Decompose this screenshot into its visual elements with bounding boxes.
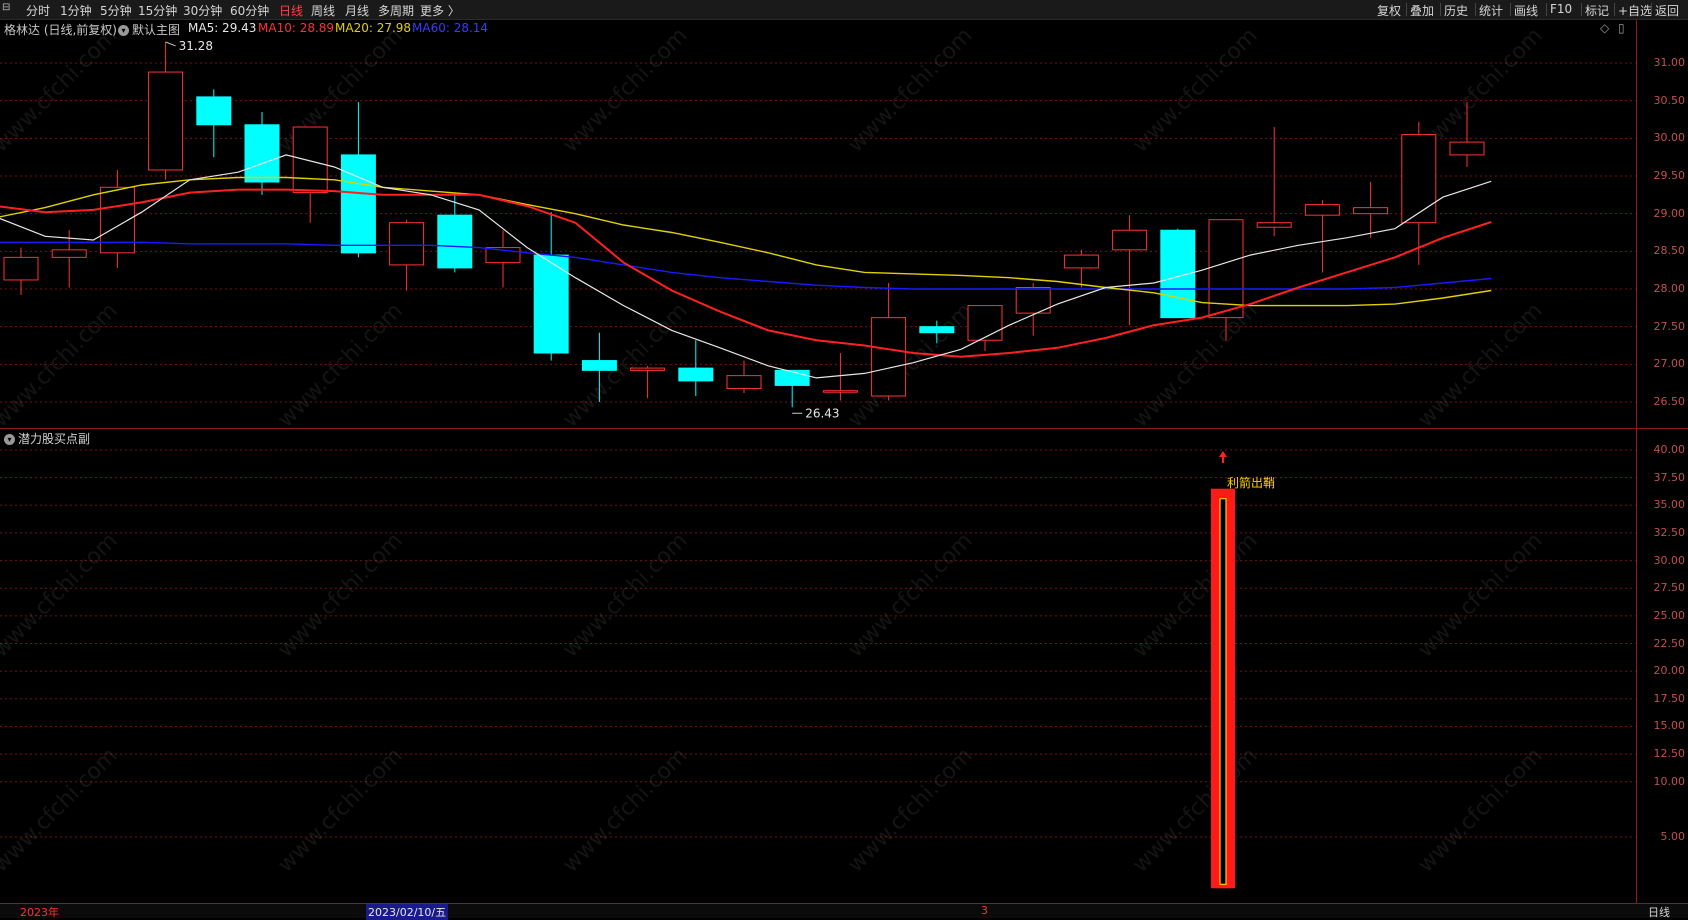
watermark-text: www.cfchi.com bbox=[0, 743, 123, 877]
price-axis-label: 27.00 bbox=[1653, 357, 1686, 371]
ma5-line bbox=[0, 154, 1492, 379]
watermark-text: www.cfchi.com bbox=[0, 23, 123, 157]
sub-axis-label: 15.00 bbox=[1653, 719, 1686, 733]
candle-body bbox=[1256, 222, 1292, 228]
signal-label: 利箭出鞘 bbox=[1227, 475, 1275, 490]
sub-axis-label: 32.50 bbox=[1653, 525, 1686, 539]
watermark-text: www.cfchi.com bbox=[558, 743, 692, 877]
candle-body bbox=[3, 256, 39, 281]
price-axis-label: 28.50 bbox=[1653, 244, 1686, 258]
year-label: 2023年 bbox=[20, 906, 59, 919]
candle-body bbox=[1401, 134, 1437, 224]
high-marker bbox=[165, 41, 176, 47]
candle-body bbox=[581, 360, 617, 371]
candle-body bbox=[292, 126, 328, 194]
watermark-text: www.cfchi.com bbox=[843, 298, 977, 432]
candle-body bbox=[726, 375, 762, 389]
cursor-date-label: 2023/02/10/五 bbox=[366, 904, 449, 920]
price-axis-label: 28.00 bbox=[1653, 282, 1686, 295]
candle-body bbox=[1449, 141, 1485, 156]
sub-axis-label: 35.00 bbox=[1653, 498, 1686, 512]
watermark-text: www.cfchi.com bbox=[1128, 23, 1262, 157]
watermark-text: www.cfchi.com bbox=[273, 528, 407, 662]
price-axis-label: 31.00 bbox=[1653, 56, 1686, 69]
watermark-text: www.cfchi.com bbox=[0, 528, 123, 662]
watermark-text: www.cfchi.com bbox=[843, 743, 977, 877]
watermark-text: www.cfchi.com bbox=[273, 298, 407, 432]
high-price-label: 31.28 bbox=[179, 39, 213, 53]
candle-body bbox=[1063, 254, 1099, 269]
sub-axis-label: 37.50 bbox=[1653, 470, 1686, 484]
kline-chart[interactable]: www.cfchi.com www.cfchi.com www.cfchi.com w… bbox=[0, 0, 1688, 917]
sub-axis-label: 10.00 bbox=[1653, 774, 1686, 788]
candle-body bbox=[1112, 229, 1148, 251]
candle-body bbox=[196, 96, 232, 126]
sub-axis-label: 20.00 bbox=[1653, 664, 1686, 678]
arrow-up-icon bbox=[1219, 451, 1227, 463]
watermark-text: www.cfchi.com bbox=[1128, 528, 1262, 662]
watermark-text: www.cfchi.com bbox=[1413, 743, 1547, 877]
watermark-text: www.cfchi.com bbox=[273, 743, 407, 877]
watermark-text: www.cfchi.com bbox=[1413, 528, 1547, 662]
candle-body bbox=[51, 249, 87, 258]
price-axis-label: 30.00 bbox=[1653, 131, 1686, 145]
sub-axis-label: 17.50 bbox=[1653, 691, 1686, 705]
price-axis-label: 27.50 bbox=[1653, 319, 1686, 333]
sub-axis-label: 25.00 bbox=[1653, 608, 1686, 622]
watermark-text: www.cfchi.com bbox=[1128, 743, 1262, 877]
candle-body bbox=[99, 186, 135, 254]
candle-body bbox=[148, 71, 184, 171]
watermark-text: www.cfchi.com bbox=[558, 23, 692, 157]
candle-body bbox=[244, 124, 280, 183]
sub-axis-label: 27.50 bbox=[1653, 581, 1686, 595]
ma10-line bbox=[0, 188, 1492, 358]
sub-axis-label: 12.50 bbox=[1653, 747, 1686, 761]
watermark-text: www.cfchi.com bbox=[558, 528, 692, 662]
candle-body bbox=[630, 367, 666, 371]
sub-axis-label: 30.00 bbox=[1653, 553, 1686, 567]
period-label[interactable]: 日线 bbox=[1648, 904, 1670, 920]
candle-body bbox=[340, 154, 376, 254]
candle-body bbox=[1304, 204, 1340, 216]
candle-body bbox=[389, 222, 425, 266]
sub-axis-label: 22.50 bbox=[1653, 636, 1686, 650]
low-price-label: 26.43 bbox=[805, 406, 839, 420]
candle-body bbox=[871, 317, 907, 397]
watermark-text: www.cfchi.com bbox=[843, 23, 977, 157]
sub-axis-label: 5.00 bbox=[1660, 830, 1686, 843]
candle-body bbox=[919, 326, 955, 334]
sub-indicator-label: 潜力股买点副 bbox=[18, 432, 91, 446]
ma60-line bbox=[0, 241, 1492, 290]
price-axis-label: 29.50 bbox=[1653, 169, 1686, 182]
price-axis-label: 26.50 bbox=[1653, 395, 1686, 408]
sub-indicator-title[interactable]: ▾ 潜力股买点副 bbox=[4, 430, 90, 447]
signal-bar-inner bbox=[1219, 498, 1227, 885]
candle-body bbox=[822, 390, 858, 393]
candle-body bbox=[774, 369, 810, 386]
candle-body bbox=[1353, 207, 1389, 215]
ma20-line bbox=[0, 176, 1492, 307]
candle-body bbox=[967, 305, 1003, 341]
price-axis-label: 29.00 bbox=[1653, 206, 1686, 220]
watermark-text: www.cfchi.com bbox=[1413, 298, 1547, 432]
watermark-text: www.cfchi.com bbox=[843, 528, 977, 662]
candle-body bbox=[437, 214, 473, 269]
time-axis: 2023年 2023/02/10/五 3 日线 bbox=[0, 903, 1688, 920]
candle-body bbox=[678, 367, 714, 382]
watermark-text: www.cfchi.com bbox=[558, 298, 692, 432]
watermark-text: www.cfchi.com bbox=[0, 298, 123, 432]
sub-axis-label: 40.00 bbox=[1653, 443, 1686, 456]
price-axis-label: 30.50 bbox=[1653, 93, 1686, 107]
month-label: 3 bbox=[981, 904, 988, 917]
chevron-down-icon: ▾ bbox=[4, 434, 15, 445]
